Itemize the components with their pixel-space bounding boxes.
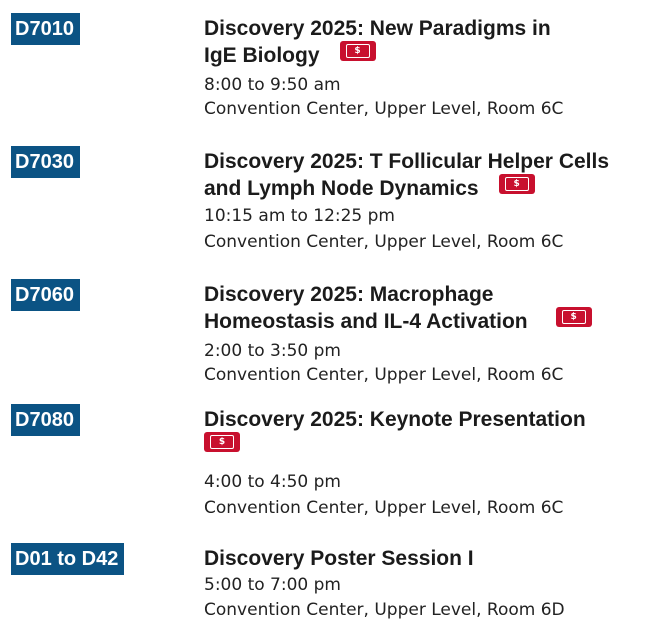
ticket-price-symbol: $ [210, 435, 234, 449]
session-title-line2[interactable]: IgE Biology [204, 44, 320, 67]
session-time: 5:00 to 7:00 pm [204, 575, 341, 595]
session-title-line2[interactable]: and Lymph Node Dynamics [204, 177, 479, 200]
session-title-line1[interactable]: Discovery 2025: New Paradigms in [204, 17, 551, 40]
session-title[interactable]: Discovery 2025: Keynote Presentation $ [204, 408, 672, 459]
session-location: Convention Center, Upper Level, Room 6C [204, 498, 564, 518]
session-code[interactable]: D7010 [11, 13, 80, 45]
session-location: Convention Center, Upper Level, Room 6C [204, 99, 564, 119]
ticket-icon[interactable]: $ [555, 307, 592, 327]
session-time: 4:00 to 4:50 pm [204, 472, 341, 492]
session-title[interactable]: Discovery Poster Session I [204, 547, 672, 571]
session-time: 10:15 am to 12:25 pm [204, 206, 395, 226]
session-title-line1[interactable]: Discovery 2025: Keynote Presentation [204, 408, 586, 431]
session-title-line1[interactable]: Discovery 2025: Macrophage [204, 283, 493, 306]
session-time: 2:00 to 3:50 pm [204, 341, 341, 361]
session-title-line1[interactable]: Discovery 2025: T Follicular Helper Cell… [204, 150, 609, 173]
ticket-icon[interactable]: $ [339, 41, 376, 61]
session-code[interactable]: D7030 [11, 146, 80, 178]
session-title[interactable]: Discovery 2025: Macrophage Homeostasis a… [204, 283, 672, 334]
ticket-price-symbol: $ [345, 44, 370, 58]
session-title[interactable]: Discovery 2025: T Follicular Helper Cell… [204, 150, 672, 201]
session-time: 8:00 to 9:50 am [204, 75, 341, 95]
session-location: Convention Center, Upper Level, Room 6C [204, 365, 564, 385]
session-location: Convention Center, Upper Level, Room 6C [204, 232, 564, 252]
session-title[interactable]: Discovery 2025: New Paradigms in IgE Bio… [204, 17, 672, 68]
ticket-icon[interactable]: $ [498, 174, 535, 194]
ticket-icon[interactable]: $ [204, 432, 240, 452]
session-title-line2[interactable]: Homeostasis and IL-4 Activation [204, 310, 528, 333]
session-code[interactable]: D7060 [11, 279, 80, 311]
session-location: Convention Center, Upper Level, Room 6D [204, 600, 565, 620]
session-code[interactable]: D01 to D42 [11, 543, 125, 575]
session-code[interactable]: D7080 [11, 404, 80, 436]
ticket-price-symbol: $ [561, 310, 586, 324]
ticket-price-symbol: $ [504, 177, 529, 191]
